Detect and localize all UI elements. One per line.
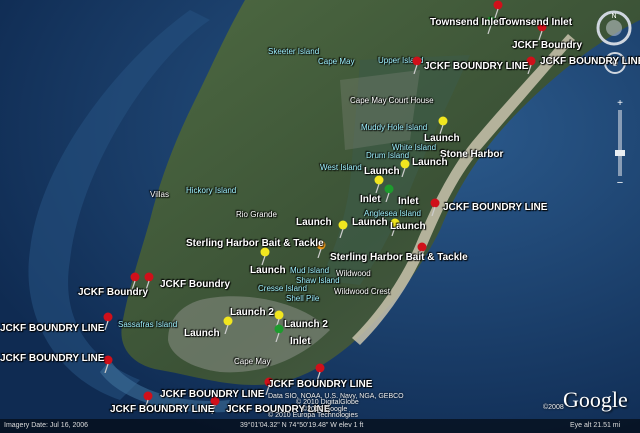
copyright-digitalglobe: © 2010 DigitalGlobe <box>296 399 359 406</box>
pin-yellow-icon[interactable] <box>221 316 235 334</box>
pin-red-icon[interactable] <box>410 56 424 74</box>
label-launch-10[interactable]: Launch 2 <box>284 319 328 330</box>
pin-yellow-icon[interactable] <box>258 247 272 265</box>
zoom-out-icon: − <box>617 177 623 188</box>
coordinates: 39°01'04.32" N 74°50'19.48" W elev 1 ft <box>240 422 364 429</box>
label-jckf-line-east[interactable]: JCKF BOUNDRY LINE <box>443 202 547 213</box>
label-jckf-boundry-w2[interactable]: JCKF Boundry <box>78 287 148 298</box>
svg-text:N: N <box>611 13 616 20</box>
place-cape-may-court-house: Cape May Court House <box>350 96 434 105</box>
label-launch-9[interactable]: Launch 2 <box>230 307 274 318</box>
label-inlet-3[interactable]: Inlet <box>290 336 311 347</box>
label-stone-harbor[interactable]: Stone Harbor <box>440 149 503 160</box>
label-launch-6[interactable]: Launch <box>390 221 426 232</box>
place-villas: Villas <box>150 190 169 199</box>
imagery-date: Imagery Date: Jul 16, 2006 <box>4 422 89 429</box>
place-wildwood: Wildwood <box>336 269 371 278</box>
place-cape-may-south: Cape May <box>234 357 271 366</box>
place-west-island: West Island <box>320 163 362 172</box>
place-muddy-hole-island: Muddy Hole Island <box>361 123 428 132</box>
place-hickory-island: Hickory Island <box>186 186 237 195</box>
label-jckf-boundry-ne[interactable]: JCKF Boundry <box>512 40 582 51</box>
brand-year: ©2008 <box>543 404 564 411</box>
place-cresse-island: Cresse Island <box>258 284 307 293</box>
label-jckf-line-s2[interactable]: JCKF BOUNDRY LINE <box>160 389 264 400</box>
pin-yellow-icon[interactable] <box>436 116 450 134</box>
place-cape-may-north: Cape May <box>318 57 355 66</box>
label-inlet-1[interactable]: Inlet <box>360 194 381 205</box>
label-launch-4[interactable]: Launch <box>296 217 332 228</box>
label-launch-8[interactable]: Launch <box>184 328 220 339</box>
label-jckf-line-ne1[interactable]: JCKF BOUNDRY LINE <box>424 61 528 72</box>
label-inlet-2[interactable]: Inlet <box>398 196 419 207</box>
label-jckf-line-w1[interactable]: JCKF BOUNDRY LINE <box>0 323 104 334</box>
pin-red-icon[interactable] <box>428 198 442 216</box>
label-launch-5[interactable]: Launch <box>352 217 388 228</box>
zoom-in-icon: + <box>617 98 623 109</box>
pin-yellow-icon[interactable] <box>336 220 350 238</box>
zoom-slider[interactable]: + − <box>614 98 626 188</box>
label-jckf-line-s3[interactable]: JCKF BOUNDRY LINE <box>110 404 214 415</box>
copyright-google: ©2010 Google <box>302 406 348 413</box>
place-mud-island: Mud Island <box>290 266 330 275</box>
place-sassafras-island: Sassafras Island <box>118 320 178 329</box>
place-shell-pile: Shell Pile <box>286 294 320 303</box>
label-townsend-inlet-b[interactable]: Townsend Inlet <box>500 17 572 28</box>
label-jckf-line-s1[interactable]: JCKF BOUNDRY LINE <box>268 379 372 390</box>
label-sterling-1[interactable]: Sterling Harbor Bait & Tackle <box>186 238 324 249</box>
urban-area-north <box>340 70 420 150</box>
google-logo: Google <box>563 387 628 412</box>
place-wildwood-crest: Wildwood Crest <box>334 287 391 296</box>
label-launch-2[interactable]: Launch <box>412 157 448 168</box>
label-launch-1[interactable]: Launch <box>424 133 460 144</box>
label-sterling-2[interactable]: Sterling Harbor Bait & Tackle <box>330 252 468 263</box>
place-skeeter-island: Skeeter Island <box>268 47 320 56</box>
map-viewport[interactable]: N + − Skeeter Island Cape May Upper Isla… <box>0 0 640 433</box>
pin-green-icon[interactable] <box>382 184 396 202</box>
label-launch-3[interactable]: Launch <box>364 166 400 177</box>
copyright-europa: © 2010 Europa Technologies <box>268 412 358 419</box>
label-jckf-line-ne2[interactable]: JCKF BOUNDRY LINE <box>540 56 640 67</box>
label-jckf-line-w2[interactable]: JCKF BOUNDRY LINE <box>0 353 104 364</box>
label-jckf-boundry-w1[interactable]: JCKF Boundry <box>160 279 230 290</box>
compass-icon[interactable]: N <box>596 10 632 46</box>
label-launch-7[interactable]: Launch <box>250 265 286 276</box>
place-rio-grande: Rio Grande <box>236 210 277 219</box>
status-bar: Imagery Date: Jul 16, 2006 39°01'04.32" … <box>0 419 640 433</box>
pin-yellow-icon[interactable] <box>398 159 412 177</box>
label-townsend-inlet-a[interactable]: Townsend Inlet <box>430 17 502 28</box>
eye-altitude: Eye alt 21.51 mi <box>570 422 621 429</box>
